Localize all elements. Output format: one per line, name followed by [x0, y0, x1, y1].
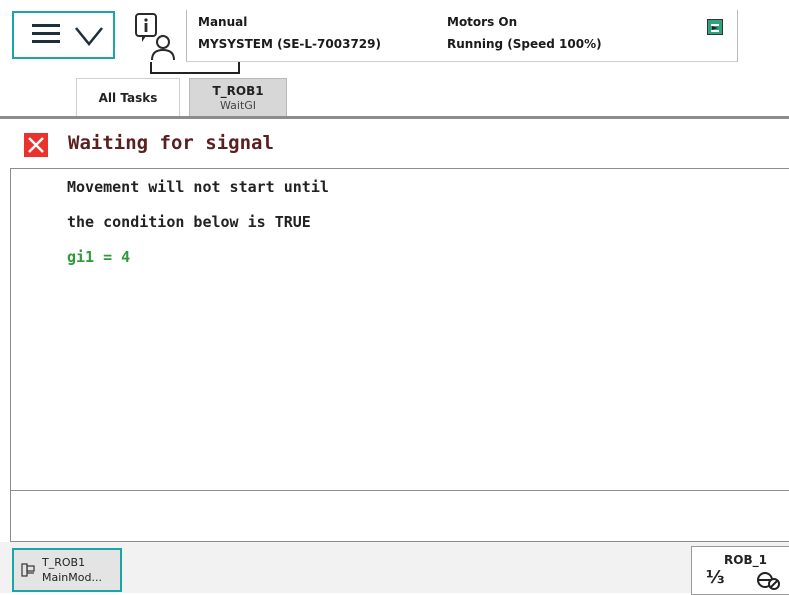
- status-bar[interactable]: Manual MYSYSTEM (SE-L-7003729) Motors On…: [186, 10, 738, 62]
- dialog-frame: [10, 124, 11, 542]
- task-button-t-rob1[interactable]: T_ROB1 MainMod...: [12, 548, 122, 592]
- task-name: T_ROB1: [42, 556, 86, 569]
- jog-robot-icon: [757, 572, 780, 590]
- close-error-icon[interactable]: [24, 133, 48, 157]
- taskbar: T_ROB1 MainMod... ROB_1 ⅓: [0, 542, 789, 595]
- event-log-button[interactable]: [132, 10, 180, 62]
- dialog-title: Waiting for signal: [68, 132, 274, 154]
- dialog-header: Waiting for signal: [10, 124, 789, 168]
- event-info-icon: [135, 13, 175, 61]
- chevron-down-icon: [75, 27, 103, 46]
- tab-label: T_ROB1: [212, 83, 264, 98]
- tab-all-tasks[interactable]: All Tasks: [76, 78, 180, 116]
- program-module-icon: [21, 563, 35, 577]
- divider: [10, 168, 789, 169]
- tab-sublabel: WaitGI: [219, 98, 257, 112]
- tab-t-rob1[interactable]: T_ROB1 WaitGI: [189, 78, 287, 116]
- module-name: MainMod...: [42, 571, 102, 584]
- speed-fraction: ⅓: [706, 567, 725, 588]
- operating-mode: Manual: [198, 15, 248, 29]
- hamburger-menu-icon: [32, 24, 60, 48]
- event-connector: [150, 62, 240, 74]
- robot-label: ROB_1: [724, 553, 767, 567]
- quickset-robot-button[interactable]: ROB_1 ⅓: [691, 546, 789, 595]
- motors-state: Motors On: [447, 15, 518, 29]
- message-line-2: the condition below is TRUE: [67, 213, 311, 231]
- divider: [10, 490, 789, 491]
- main-menu-button[interactable]: [12, 11, 115, 59]
- system-name: MYSYSTEM (SE-L-7003729): [198, 37, 381, 51]
- message-line-1: Movement will not start until: [67, 178, 329, 196]
- condition-text: gi1 = 4: [67, 248, 131, 266]
- status-icon: [707, 19, 723, 35]
- tab-divider: [0, 116, 789, 119]
- running-state: Running (Speed 100%): [447, 37, 602, 51]
- tab-label: All Tasks: [98, 90, 158, 105]
